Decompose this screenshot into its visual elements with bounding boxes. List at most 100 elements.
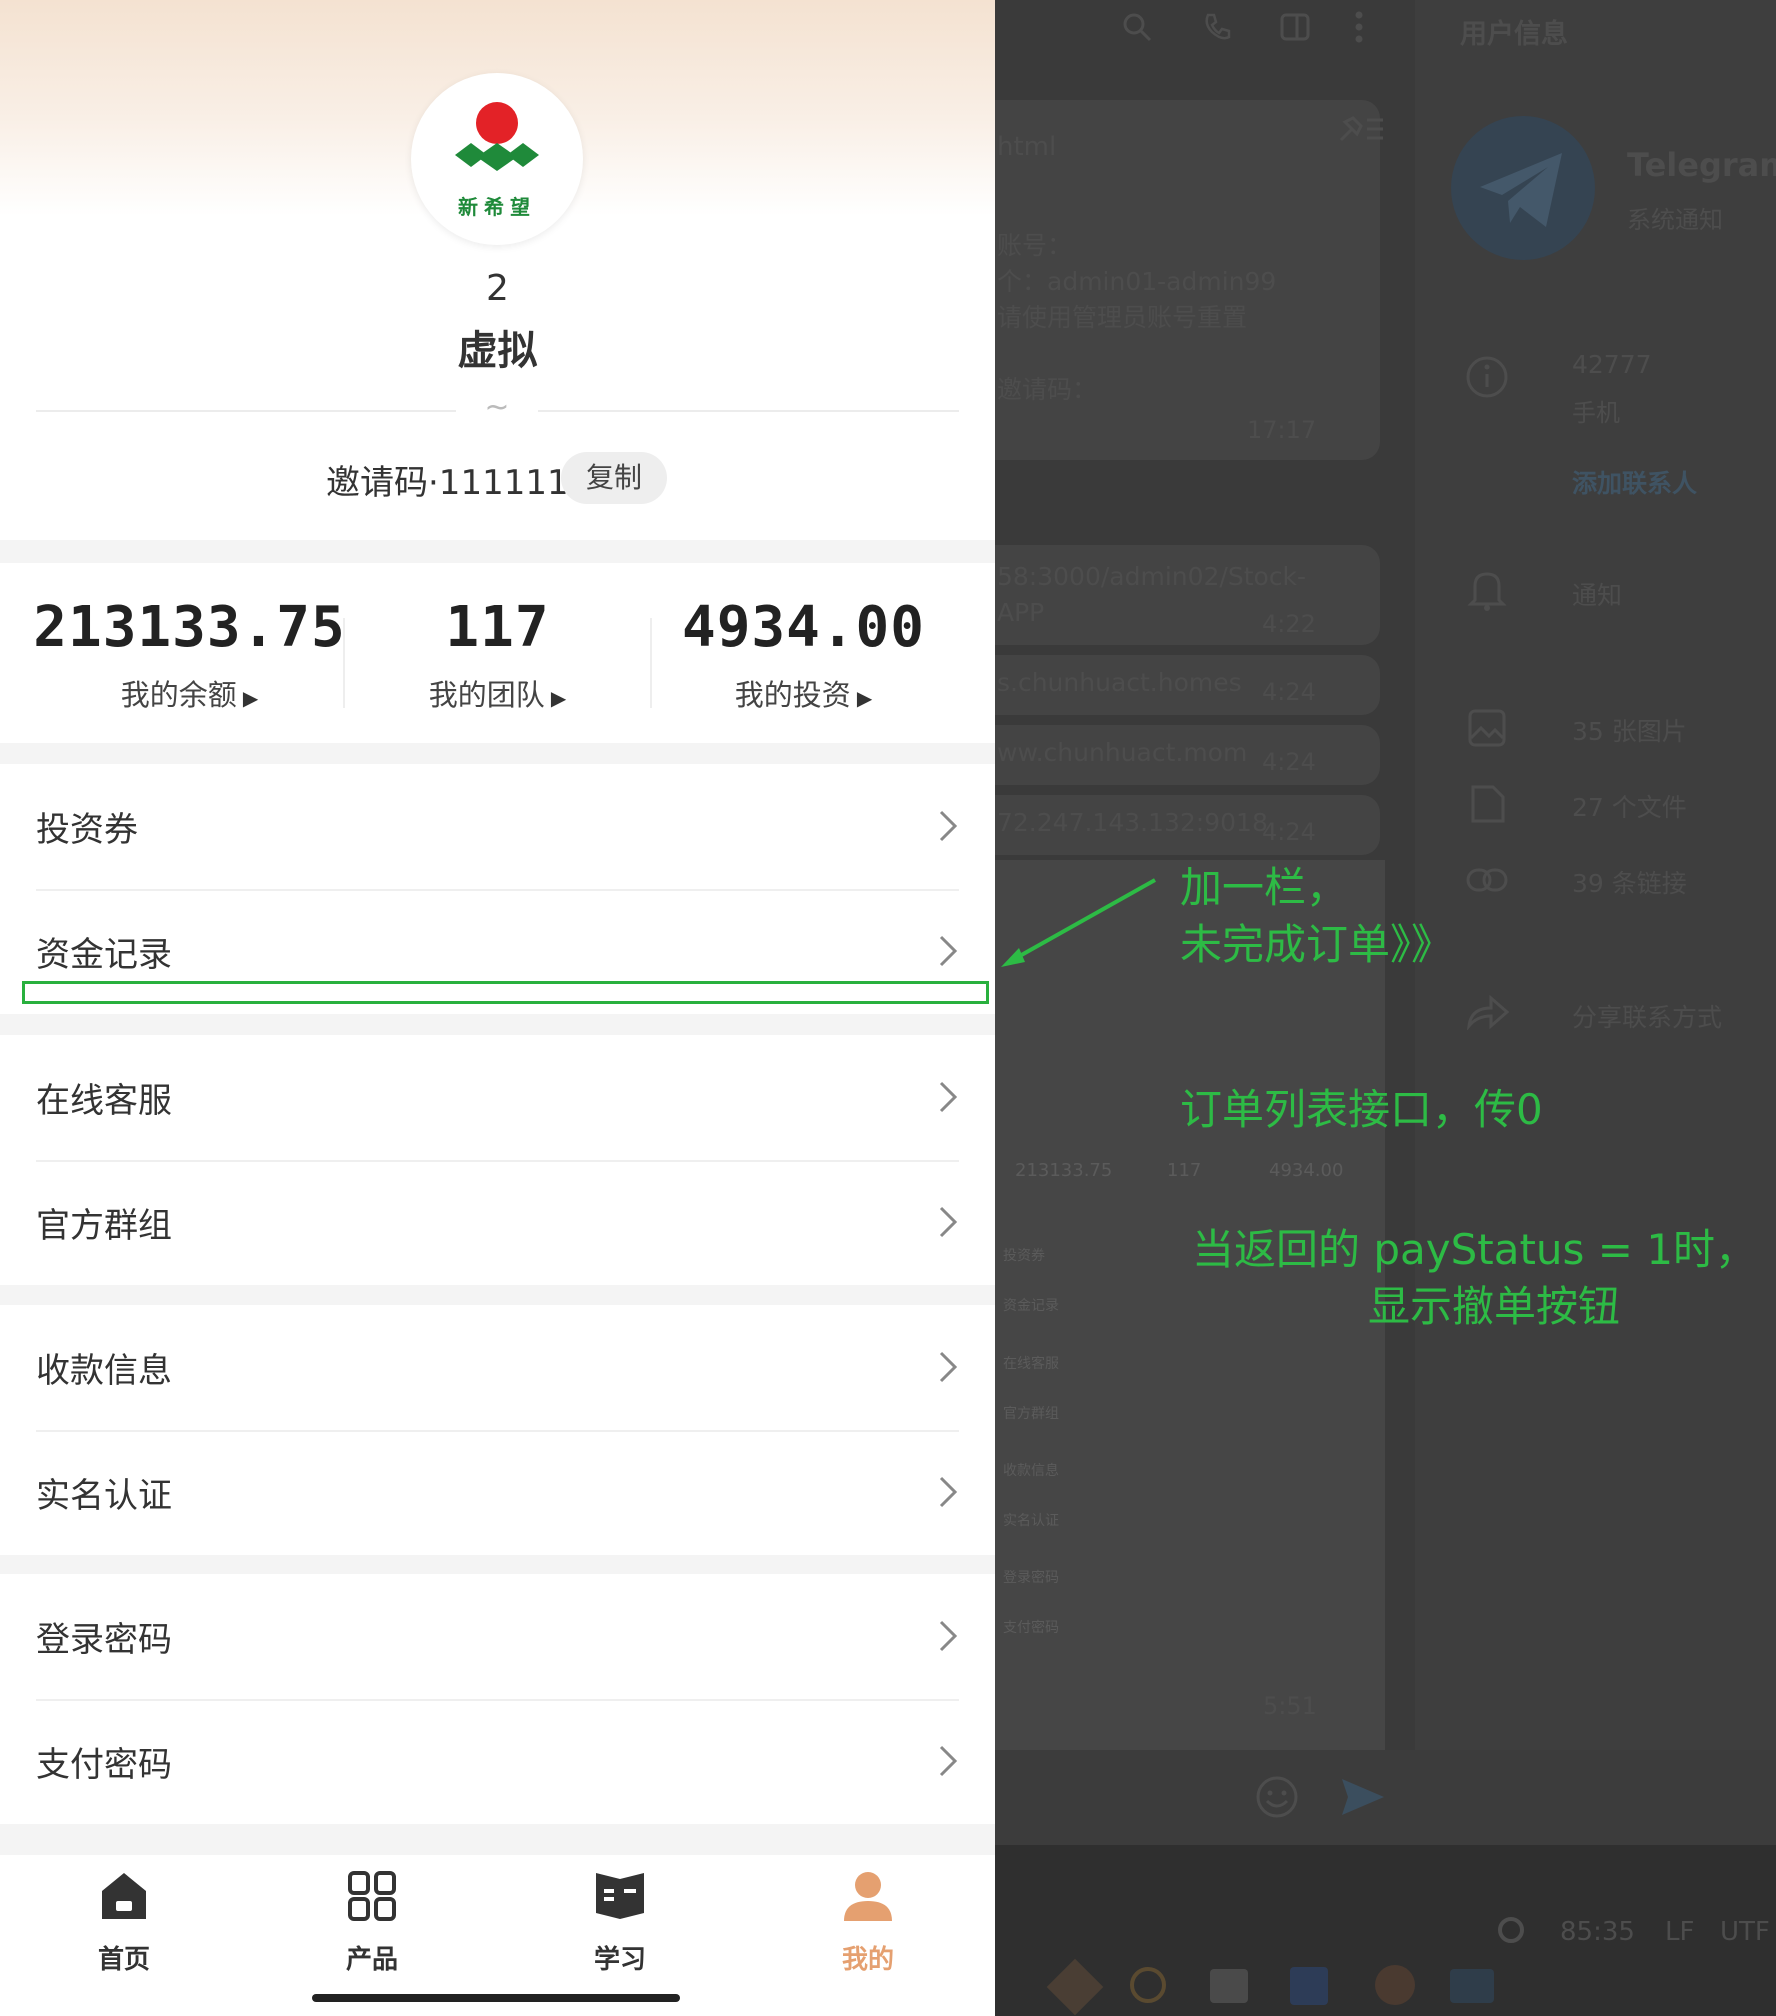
chat-link: APP	[997, 598, 1045, 627]
thumb-row: 投资券	[1003, 1248, 1045, 1264]
contact-name: Telegram	[1627, 146, 1776, 184]
add-contact-link[interactable]: 添加联系人	[1572, 464, 1697, 500]
sidebar-toggle-icon	[1280, 13, 1310, 41]
menu-group-account: 投资券 资金记录	[0, 764, 995, 1014]
thumb-row: 实名认证	[1003, 1513, 1059, 1529]
contact-subtitle: 系统通知	[1627, 206, 1723, 234]
tab-home[interactable]: 首页	[0, 1855, 248, 2005]
thumb-row: 资金记录	[1003, 1298, 1059, 1314]
chat-link: ww.chunhuact.mom	[997, 738, 1248, 767]
tab-mine[interactable]: 我的	[744, 1855, 992, 2005]
play-arrow-icon: ▶	[242, 686, 259, 710]
tab-label: 学习	[593, 1945, 646, 1975]
message-time: 17:17	[1247, 416, 1317, 444]
tab-products[interactable]: 产品	[248, 1855, 496, 2005]
menu-item-label: 资金记录	[36, 935, 172, 975]
chat-text-line: 账号：	[997, 231, 1073, 260]
user-info-panel: 用户信息 Telegram 系统通知 42777 手机 添加联系人 通知 35 …	[1415, 0, 1776, 1750]
menu-item-online-service[interactable]: 在线客服	[0, 1035, 995, 1160]
file-icon	[1471, 785, 1505, 823]
balance-value: 213133.75	[33, 595, 346, 660]
tab-learn[interactable]: 学习	[496, 1855, 744, 2005]
taskbar-word-icon[interactable]	[1290, 1967, 1328, 2005]
menu-group-security: 登录密码 支付密码	[0, 1574, 995, 1824]
emoji-icon[interactable]	[1255, 1775, 1299, 1819]
share-icon	[1467, 994, 1509, 1030]
tab-label: 首页	[97, 1945, 150, 1975]
balance-stat[interactable]: 213133.75 我的余额 ▶	[24, 563, 355, 743]
grid-icon	[348, 1871, 396, 1921]
thumb-row: 登录密码	[1003, 1570, 1059, 1586]
chat-text-line: 邀请码：	[997, 375, 1098, 404]
menu-item-investment-voucher[interactable]: 投资券	[0, 764, 995, 889]
thumb-row: 官方群组	[1003, 1406, 1059, 1422]
status-gear-icon	[1498, 1917, 1524, 1943]
taskbar-folder-icon[interactable]	[1210, 1969, 1248, 2003]
taskbar-window-icon[interactable]	[1450, 1969, 1494, 2003]
link-icon	[1466, 868, 1508, 892]
chevron-right-icon	[939, 1620, 958, 1652]
thumb-team: 117	[1167, 1160, 1202, 1181]
chevron-right-icon	[939, 1476, 958, 1508]
menu-item-label: 实名认证	[36, 1476, 172, 1516]
menu-item-login-password[interactable]: 登录密码	[0, 1574, 995, 1699]
media-images[interactable]: 35 张图片	[1572, 712, 1687, 748]
more-icon	[1355, 11, 1363, 43]
menu-item-real-name[interactable]: 实名认证	[0, 1430, 995, 1555]
menu-item-official-group[interactable]: 官方群组	[0, 1160, 995, 1285]
stats-panel: 213133.75 我的余额 ▶ 117 我的团队 ▶ 4934.00 我的投资 ▶	[0, 563, 995, 743]
tab-label: 我的	[841, 1945, 894, 1975]
send-icon[interactable]	[1340, 1775, 1386, 1819]
copy-button[interactable]: 复制	[561, 452, 667, 504]
chat-text-line: 请使用管理员账号重置	[997, 303, 1248, 332]
media-links[interactable]: 39 条链接	[1572, 864, 1687, 900]
menu-item-label: 在线客服	[36, 1081, 172, 1121]
message-time: 5:51	[1263, 1692, 1317, 1720]
taskbar-app-icon[interactable]	[1046, 1958, 1104, 2016]
tab-label: 产品	[345, 1945, 398, 1975]
annotation-arrow-icon	[1001, 878, 1156, 967]
thumb-balance: 213133.75	[1015, 1160, 1113, 1181]
annotation-line: 显示撤单按钮	[1368, 1281, 1621, 1331]
media-files[interactable]: 27 个文件	[1572, 788, 1687, 824]
thumb-row: 收款信息	[1003, 1463, 1059, 1479]
message-time: 4:22	[1262, 610, 1316, 638]
home-indicator	[312, 1994, 680, 2002]
phone-number: 42777	[1572, 350, 1652, 379]
profile-header: 新希望 2 虚拟 ~ 邀请码·111111 复制	[0, 0, 995, 540]
team-label: 我的团队	[428, 678, 545, 712]
chevron-right-icon	[939, 1206, 958, 1238]
phone-screen: 新希望 2 虚拟 ~ 邀请码·111111 复制 213133.75 我的余额 ▶…	[0, 0, 995, 2016]
annotation-line: 未完成订单》》	[1180, 919, 1454, 969]
thumb-row: 支付密码	[1003, 1620, 1059, 1636]
taskbar-search-icon[interactable]	[1130, 1967, 1166, 2003]
menu-group-verification: 收款信息 实名认证	[0, 1305, 995, 1555]
divider-left	[36, 410, 456, 412]
chat-message	[995, 545, 1380, 645]
invite-code: 邀请码·111111	[326, 463, 569, 503]
menu-item-pay-password[interactable]: 支付密码	[0, 1699, 995, 1824]
menu-item-payment-info[interactable]: 收款信息	[0, 1305, 995, 1430]
play-arrow-icon: ▶	[856, 686, 873, 710]
annotation-api: 订单列表接口，传0	[1180, 1085, 1543, 1134]
annotation-line: 当返回的 payStatus = 1时，	[1192, 1225, 1758, 1274]
phone-label: 手机	[1572, 399, 1620, 427]
divider-tilde: ~	[484, 390, 510, 425]
investment-stat[interactable]: 4934.00 我的投资 ▶	[638, 563, 969, 743]
annotation-pay-status: 当返回的 payStatus = 1时， 显示撤单按钮	[1192, 1222, 1757, 1335]
investment-label: 我的投资	[734, 678, 851, 712]
notify-label[interactable]: 通知	[1572, 576, 1622, 612]
taskbar: 85:35 LF UTF	[995, 1845, 1776, 2016]
share-contact[interactable]: 分享联系方式	[1572, 998, 1722, 1034]
team-stat[interactable]: 117 我的团队 ▶	[332, 563, 663, 743]
menu-item-label: 官方群组	[36, 1206, 172, 1246]
user-name: 虚拟	[457, 328, 538, 374]
chevron-right-icon	[939, 1081, 958, 1113]
menu-group-support: 在线客服 官方群组	[0, 1035, 995, 1285]
search-icon	[1123, 13, 1152, 42]
investment-value: 4934.00	[681, 595, 925, 660]
chevron-right-icon	[939, 1351, 958, 1383]
chat-link: s.chunhuact.homes	[997, 668, 1242, 697]
taskbar-browser-icon[interactable]	[1375, 1965, 1415, 2005]
image-icon	[1468, 709, 1506, 747]
